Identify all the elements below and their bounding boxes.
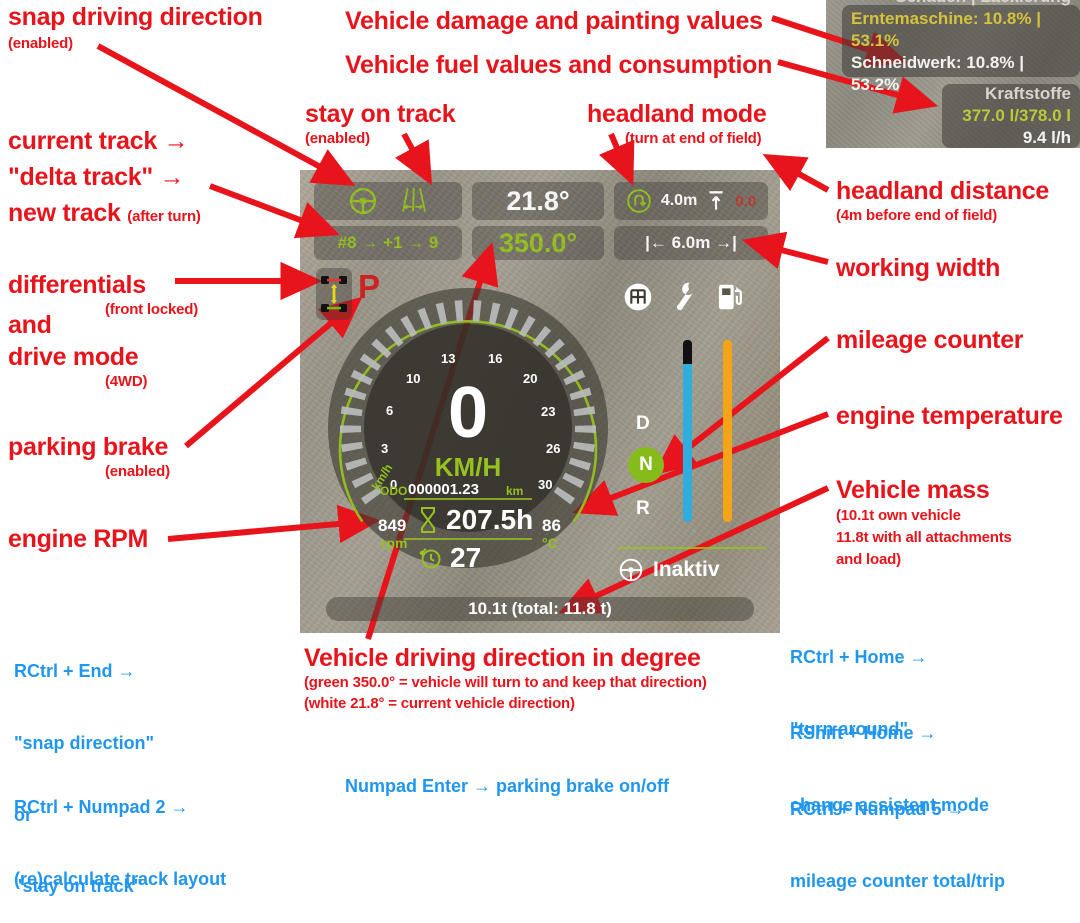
vehicle-hud: 21.8° 4.0m 0.0 #8 → +1 → 9 350.0° |← 6.0… [300, 170, 780, 633]
assist-icons-cell [314, 182, 462, 220]
gauge-divider-bottom [404, 538, 532, 540]
annotation-stay-on-track-sub: (enabled) [305, 130, 370, 147]
annotation-differentials-sub: (front locked) [105, 301, 199, 318]
u-turn-icon[interactable] [626, 188, 652, 214]
annotation-new-track-title: new track [8, 199, 128, 227]
differential-lock-indicator [316, 268, 352, 320]
maintenance-value: 27 [450, 542, 482, 573]
shortcut-right-2-line1: RShift + Home → [790, 722, 937, 743]
headland-remaining-value: 0.0 [735, 192, 757, 210]
odo-unit: km [506, 484, 524, 498]
fuel-level: 377.0 l/378.0 l [962, 105, 1071, 125]
annotation-headland-mode-sub: (turn at end of field) [625, 130, 762, 147]
working-width-cell: |← 6.0m →| [614, 226, 768, 260]
odo-value: 000001.23 [408, 481, 479, 498]
fuel-rate: 9.4 l/h [1022, 128, 1071, 148]
annotation-current-track: current track → [8, 127, 189, 155]
gear-reverse: R [636, 498, 650, 519]
assistant-status: Inaktiv [618, 557, 720, 583]
shortcut-left-2: RCtrl + Numpad 2 → (re)calculate track l… [14, 748, 226, 916]
annotation-snap-direction-sub: (enabled) [8, 35, 73, 52]
wrench-icon[interactable] [672, 281, 698, 313]
annotation-headland-mode: headland mode [587, 100, 767, 128]
gauge-divider-top [404, 498, 532, 500]
temp-label: °C [542, 535, 558, 551]
steering-assist-icon [619, 558, 643, 582]
annotation-engine-rpm: engine RPM [8, 525, 149, 553]
damage-title: Schaden | Lackierung [895, 0, 1071, 8]
damage-row-harvester: Erntemaschine: 10.8% | 53.1% [851, 8, 1071, 52]
headland-cell: 4.0m 0.0 [614, 182, 768, 220]
annotation-vehicle-mass-sub1: (10.1t own vehicle [836, 507, 961, 524]
damage-row-harvester-label: Erntemaschine: [851, 8, 979, 28]
service-timer-icon [419, 548, 441, 569]
annotation-headland-distance-sub: (4m before end of field) [836, 207, 998, 224]
speed-unit: KM/H [434, 452, 502, 482]
speed-value: 0 [447, 373, 489, 453]
shortcut-right-3: RCtrl + Numpad 5 → mileage counter total… [790, 750, 1005, 918]
annotation-driving-direction: Vehicle driving direction in degree [304, 644, 701, 672]
annotation-vehicle-mass: Vehicle mass [836, 476, 990, 504]
headland-arrow-icon [709, 191, 723, 210]
steering-wheel-icon[interactable] [348, 186, 378, 216]
speedometer-gauge: 0 3 6 10 13 16 20 23 26 30 0 KM/H ODO 00… [328, 278, 608, 578]
shortcut-left-2-line1: RCtrl + Numpad 2 → [14, 796, 189, 817]
fuel-title: Kraftstoffe [985, 83, 1071, 103]
track-lines-icon[interactable] [400, 186, 428, 216]
fuel-panel: Kraftstoffe 377.0 l/378.0 l 9.4 l/h [942, 84, 1080, 148]
parking-brake-indicator: P [358, 268, 381, 305]
def-level-bar [683, 340, 692, 522]
hourglass-icon [421, 507, 435, 533]
target-heading-cell: 350.0° [472, 226, 604, 260]
damage-panel: Schaden | Lackierung Erntemaschine: 10.8… [842, 0, 1080, 94]
current-heading-cell: 21.8° [472, 182, 604, 220]
fuel-pump-icon[interactable] [716, 281, 744, 313]
differential-lock-icon [321, 276, 347, 312]
annotation-vehicle-mass-sub2: 11.8t with all attachments [836, 529, 1012, 546]
annotation-engine-temperature: engine temperature [836, 402, 1063, 430]
annotation-headland-distance: headland distance [836, 177, 1050, 205]
gear-neutral: N [628, 447, 664, 483]
annotation-driving-direction-sub2: (white 21.8° = current vehicle direction… [304, 695, 575, 712]
vehicle-mass-bar: 10.1t (total: 11.8 t) [326, 597, 754, 621]
status-icons-row [622, 280, 752, 314]
rpm-value: 849 [378, 516, 407, 535]
rpm-label: rpm [381, 535, 408, 551]
annotation-and: and [8, 311, 52, 339]
annotation-driving-direction-sub1: (green 350.0° = vehicle will turn to and… [304, 674, 707, 691]
shortcut-right-3-line2: mileage counter total/trip [790, 870, 1006, 891]
gearbox-icon[interactable] [622, 281, 654, 313]
annotation-new-track: new track (after turn) [8, 200, 201, 227]
track-info-cell: #8 → +1 → 9 [314, 226, 462, 260]
fuel-level-bar [723, 340, 732, 522]
shortcut-left-1-line1: RCtrl + End → [14, 660, 136, 681]
annotation-working-width: working width [836, 254, 1001, 282]
hours-value: 207.5h [446, 504, 534, 535]
annotation-drive-mode: drive mode [8, 343, 139, 371]
annotation-differentials: differentials [8, 271, 146, 299]
shortcut-center: Numpad Enter → parking brake on/off [345, 776, 670, 796]
shortcut-right-1-line1: RCtrl + Home → [790, 646, 928, 667]
annotation-drive-mode-sub: (4WD) [105, 373, 148, 390]
gauge-tick-16: 16 [488, 351, 503, 366]
annotation-delta-track: "delta track" → [8, 163, 185, 191]
assistant-divider [618, 547, 766, 549]
annotation-fuel: Vehicle fuel values and consumption [345, 51, 773, 79]
annotation-stay-on-track: stay on track [305, 100, 456, 128]
annotation-parking-brake: parking brake [8, 433, 169, 461]
shortcut-left-2-line2: (re)calculate track layout [14, 868, 227, 889]
temp-value: 86 [542, 516, 561, 535]
gear-drive: D [636, 413, 650, 434]
annotation-new-track-sub: (after turn) [127, 208, 201, 225]
headland-distance-value: 4.0m [660, 192, 698, 209]
assistant-label: Inaktiv [653, 558, 720, 581]
annotation-vehicle-mass-sub3: and load) [836, 551, 901, 568]
vehicle-info-inset: Schaden | Lackierung Erntemaschine: 10.8… [826, 0, 1080, 148]
annotation-mileage-counter: mileage counter [836, 326, 1024, 354]
annotation-parking-brake-sub: (enabled) [105, 463, 170, 480]
annotation-snap-direction-title: snap driving direction [8, 3, 263, 31]
annotation-damage: Vehicle damage and painting values [345, 7, 763, 35]
gauge-tick-13: 13 [441, 351, 456, 366]
damage-row-header-label: Schneidwerk: [851, 53, 962, 73]
